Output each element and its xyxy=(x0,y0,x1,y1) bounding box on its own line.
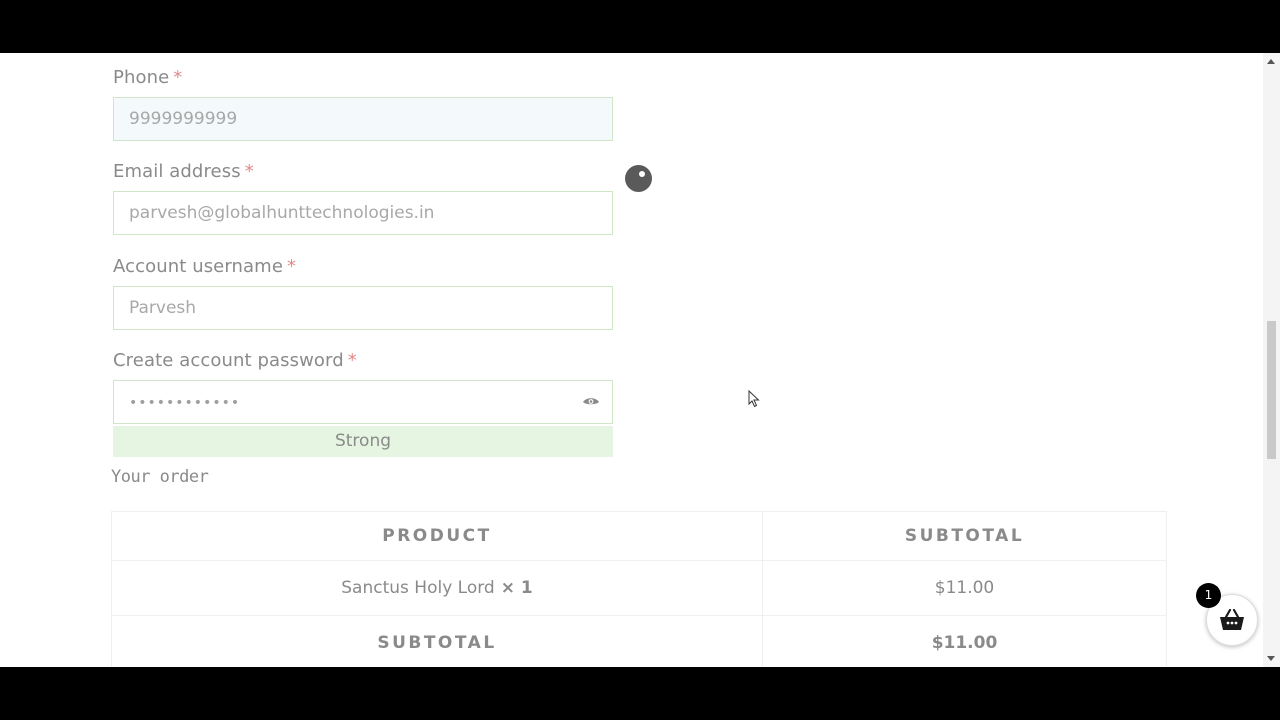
password-strength-meter: Strong xyxy=(113,426,613,457)
scroll-thumb[interactable] xyxy=(1267,321,1276,459)
vertical-scrollbar[interactable] xyxy=(1263,53,1280,667)
cart-count-badge: 1 xyxy=(1196,583,1221,608)
subtotal-row: SUBTOTAL $11.00 xyxy=(111,615,1167,667)
basket-icon xyxy=(1220,609,1244,630)
product-name: Sanctus Holy Lord xyxy=(341,578,495,598)
page-viewport: Phone * 9999999999 Email address * parvesh… xyxy=(0,53,1280,667)
product-cell: Sanctus Holy Lord × 1 xyxy=(111,560,763,616)
subtotal-label: SUBTOTAL xyxy=(111,615,763,667)
required-asterisk: * xyxy=(287,256,297,277)
mouse-cursor-icon xyxy=(748,390,760,408)
username-label: Account username * xyxy=(113,256,297,277)
email-label: Email address * xyxy=(113,161,254,182)
username-input[interactable]: Parvesh xyxy=(113,286,613,330)
password-input[interactable]: •••••••••••• xyxy=(113,380,613,424)
password-label: Create account password * xyxy=(113,350,357,371)
table-row: Sanctus Holy Lord × 1 $11.00 xyxy=(111,560,1167,616)
order-heading: Your order xyxy=(111,467,209,487)
subtotal-value: $11.00 xyxy=(762,615,1167,667)
order-table: PRODUCT SUBTOTAL Sanctus Holy Lord × 1 $1… xyxy=(111,511,1167,667)
eye-icon[interactable] xyxy=(582,395,600,409)
column-header-subtotal: SUBTOTAL xyxy=(762,511,1167,561)
column-header-product: PRODUCT xyxy=(111,511,763,561)
scroll-up-arrow-icon[interactable] xyxy=(1267,59,1275,64)
required-asterisk: * xyxy=(173,67,183,88)
required-asterisk: * xyxy=(347,350,357,371)
phone-input[interactable]: 9999999999 xyxy=(113,97,613,141)
loading-spinner-icon xyxy=(625,165,652,192)
scroll-down-arrow-icon[interactable] xyxy=(1267,656,1275,661)
product-subtotal: $11.00 xyxy=(762,560,1167,616)
required-asterisk: * xyxy=(244,161,254,182)
email-input[interactable]: parvesh@globalhunttechnologies.in xyxy=(113,191,613,235)
table-header-row: PRODUCT SUBTOTAL xyxy=(111,511,1167,561)
product-quantity: × 1 xyxy=(500,578,533,598)
phone-label: Phone * xyxy=(113,67,183,88)
